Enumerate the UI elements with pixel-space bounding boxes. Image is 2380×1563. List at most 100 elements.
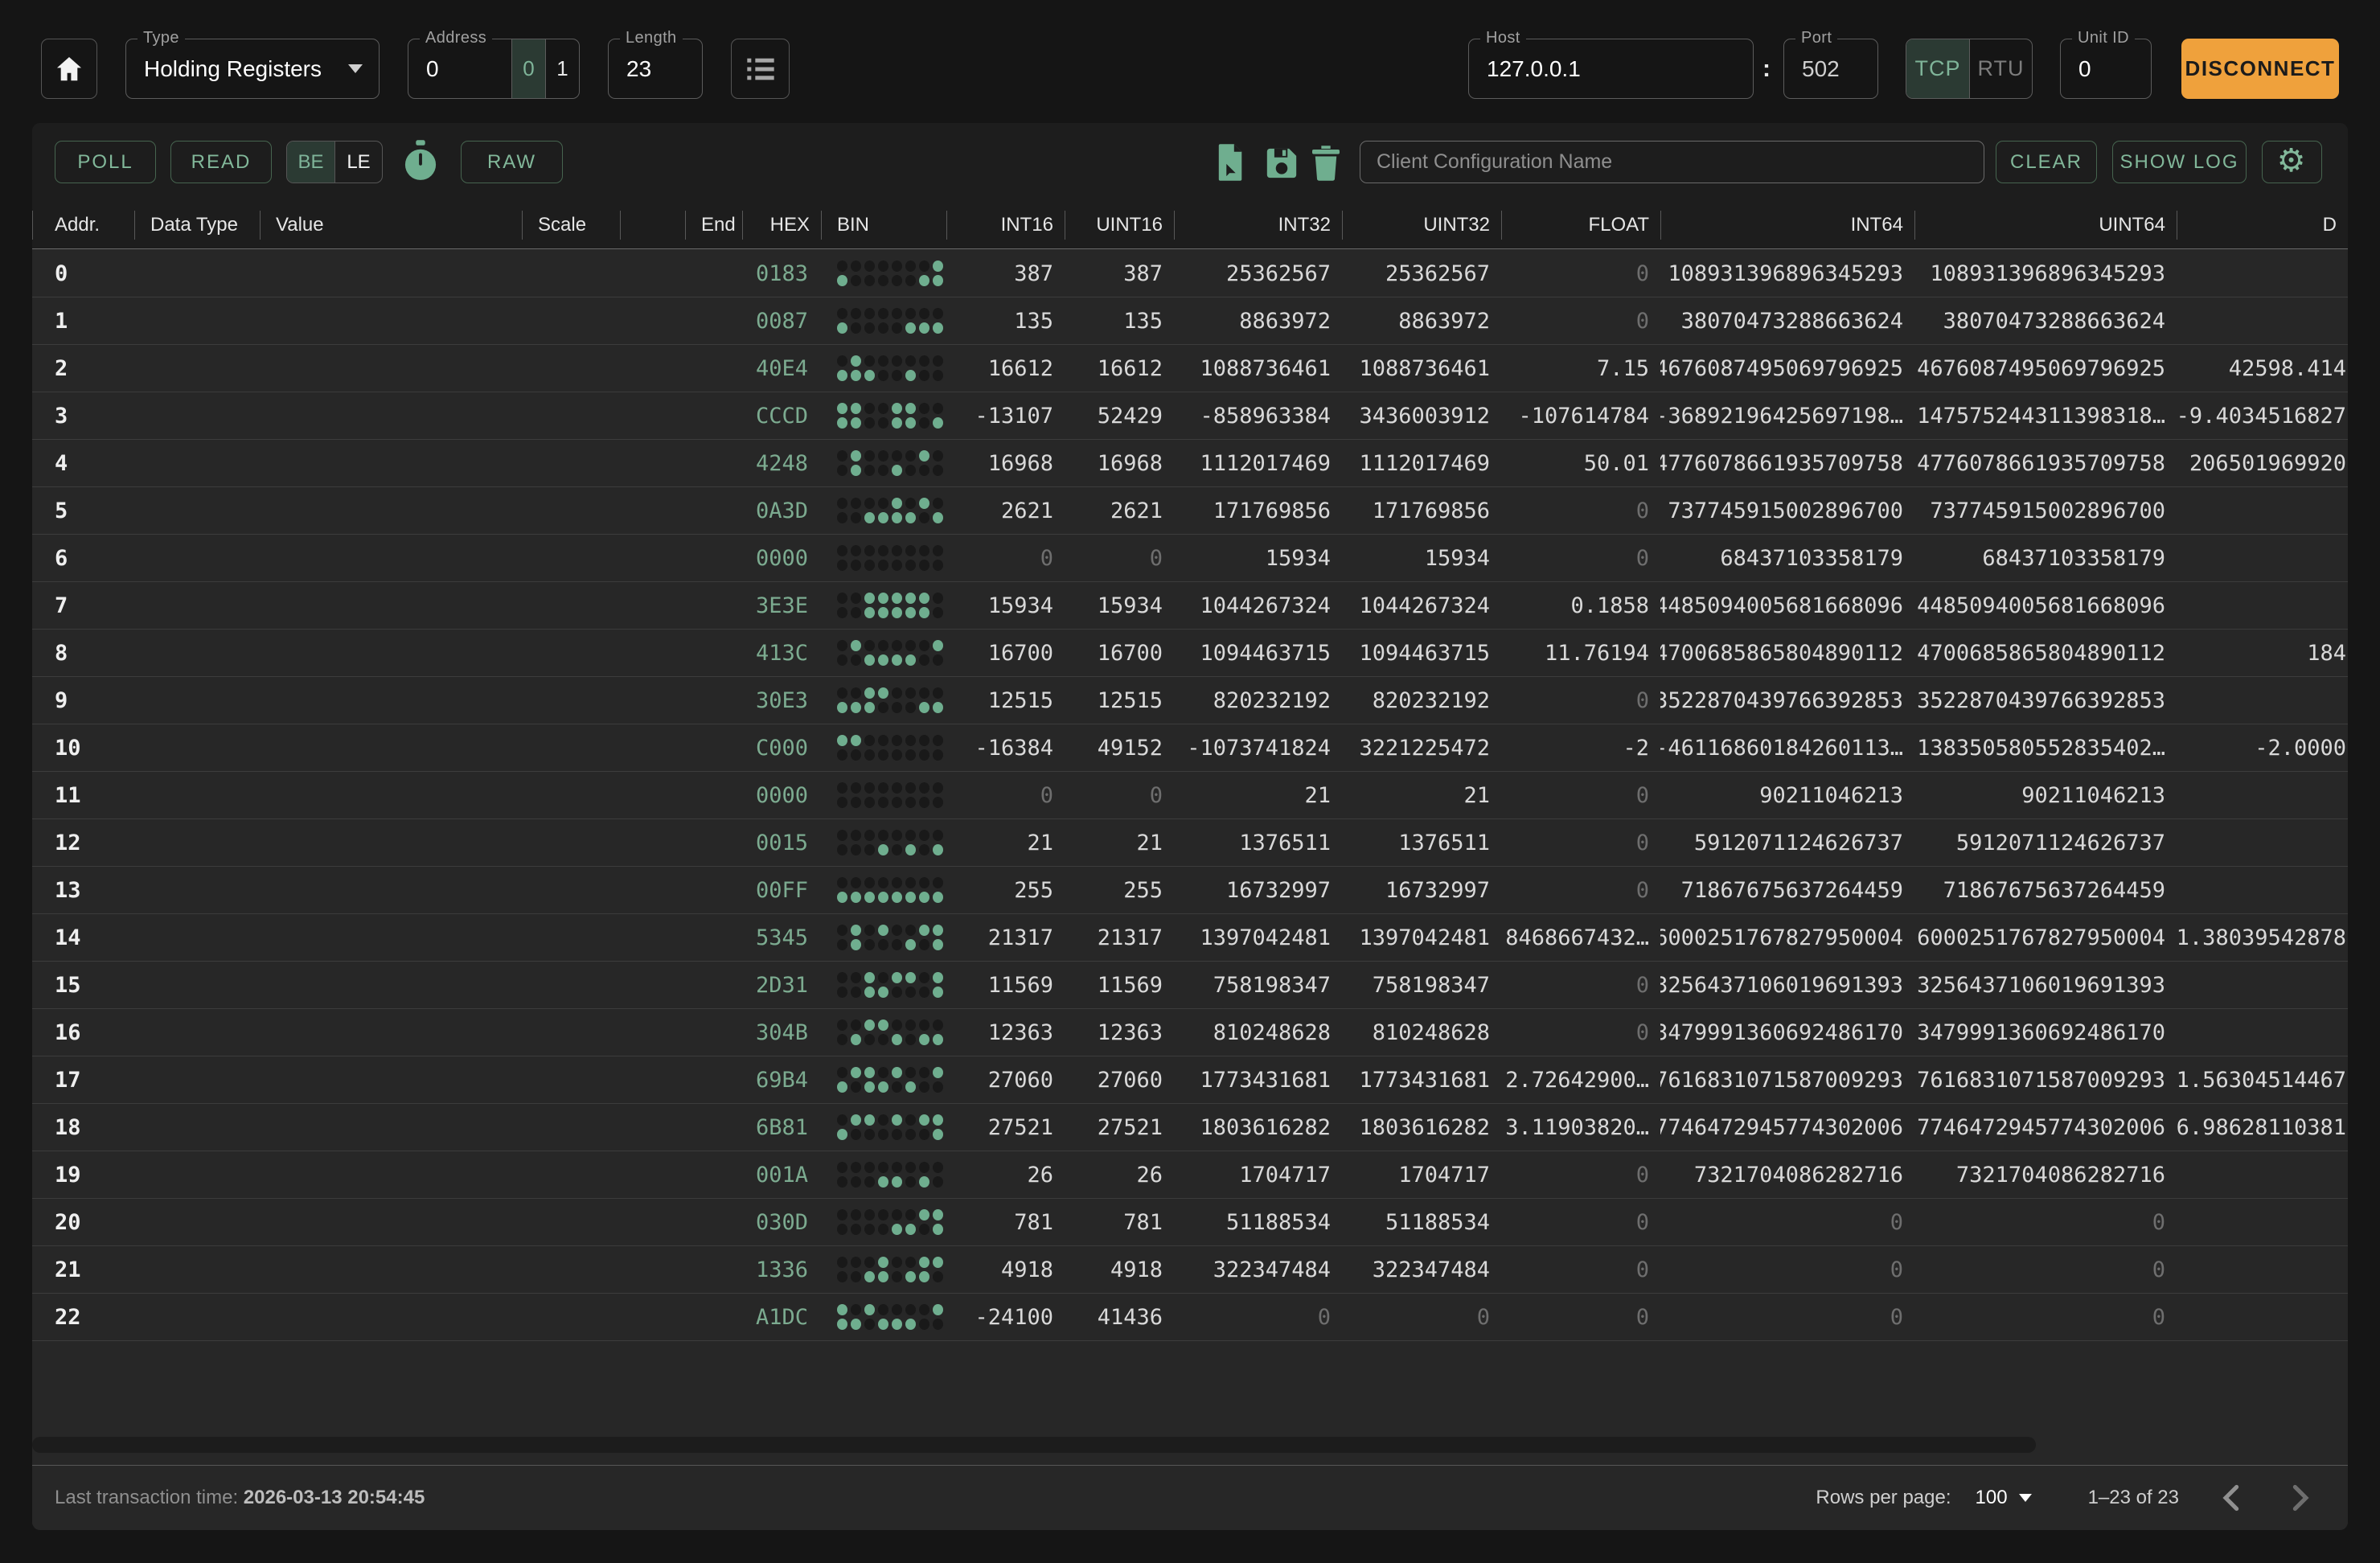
cell-scale[interactable] [522, 630, 620, 676]
column-header-scale[interactable]: Scale [522, 201, 620, 248]
cell-scale[interactable] [522, 914, 620, 961]
column-header-uint64[interactable]: UINT64 [1914, 201, 2177, 248]
cell-end[interactable] [685, 677, 742, 724]
cell-scale[interactable] [522, 1294, 620, 1340]
cell-scale[interactable] [522, 297, 620, 344]
cell-dtype[interactable] [134, 867, 260, 913]
raw-button[interactable]: RAW [461, 141, 563, 183]
column-header-bin[interactable]: BIN [821, 201, 946, 248]
cell-scale[interactable] [522, 819, 620, 866]
cell-scale[interactable] [522, 1104, 620, 1151]
cell-scale[interactable] [522, 1056, 620, 1103]
cell-value[interactable] [260, 772, 522, 818]
cell-scale[interactable] [522, 392, 620, 439]
cell-end[interactable] [685, 440, 742, 486]
address-base-0[interactable]: 0 [511, 39, 545, 98]
column-header-uint32[interactable]: UINT32 [1342, 201, 1501, 248]
cell-scale[interactable] [522, 1151, 620, 1198]
column-header-value[interactable]: Value [260, 201, 522, 248]
cell-value[interactable] [260, 582, 522, 629]
column-header-addr[interactable]: Addr. [32, 201, 134, 248]
port-field[interactable]: Port 502 [1783, 29, 1878, 99]
cell-end[interactable] [685, 1151, 742, 1198]
cell-end[interactable] [685, 297, 742, 344]
cell-end[interactable] [685, 772, 742, 818]
cell-scale[interactable] [522, 440, 620, 486]
cell-dtype[interactable] [134, 1151, 260, 1198]
cell-value[interactable] [260, 1294, 522, 1340]
cell-dtype[interactable] [134, 1199, 260, 1245]
cell-dtype[interactable] [134, 392, 260, 439]
cell-value[interactable] [260, 1151, 522, 1198]
cell-value[interactable] [260, 724, 522, 771]
cell-end[interactable] [685, 630, 742, 676]
cell-dtype[interactable] [134, 677, 260, 724]
config-name-input[interactable] [1360, 141, 1984, 183]
poll-timer-button[interactable] [404, 139, 437, 184]
cell-scale[interactable] [522, 487, 620, 534]
cell-end[interactable] [685, 724, 742, 771]
cell-scale[interactable] [522, 345, 620, 392]
cell-end[interactable] [685, 914, 742, 961]
cell-end[interactable] [685, 487, 742, 534]
cell-value[interactable] [260, 914, 522, 961]
cell-dtype[interactable] [134, 487, 260, 534]
cell-dtype[interactable] [134, 1246, 260, 1293]
cell-dtype[interactable] [134, 535, 260, 581]
cell-dtype[interactable] [134, 297, 260, 344]
cell-value[interactable] [260, 345, 522, 392]
type-select[interactable]: Type Holding Registers [125, 29, 380, 99]
cell-value[interactable] [260, 392, 522, 439]
endian-be[interactable]: BE [287, 142, 334, 183]
delete-config-button[interactable] [1312, 146, 1340, 181]
column-header-hex[interactable]: HEX [742, 201, 821, 248]
previous-page-button[interactable] [2211, 1479, 2250, 1517]
cell-scale[interactable] [522, 1199, 620, 1245]
cell-value[interactable] [260, 1009, 522, 1056]
cell-value[interactable] [260, 819, 522, 866]
cell-scale[interactable] [522, 677, 620, 724]
cell-end[interactable] [685, 867, 742, 913]
protocol-tcp[interactable]: TCP [1906, 39, 1969, 98]
address-base-1[interactable]: 1 [545, 39, 579, 98]
read-button[interactable]: READ [170, 141, 272, 183]
cell-scale[interactable] [522, 724, 620, 771]
cell-value[interactable] [260, 535, 522, 581]
cell-end[interactable] [685, 1009, 742, 1056]
cell-end[interactable] [685, 1294, 742, 1340]
cell-end[interactable] [685, 1056, 742, 1103]
load-config-button[interactable] [1216, 144, 1246, 181]
unit-id-field[interactable]: Unit ID 0 [2060, 29, 2152, 99]
cell-value[interactable] [260, 962, 522, 1008]
cell-scale[interactable] [522, 582, 620, 629]
cell-end[interactable] [685, 582, 742, 629]
cell-scale[interactable] [522, 962, 620, 1008]
column-header-int64[interactable]: INT64 [1660, 201, 1914, 248]
cell-dtype[interactable] [134, 345, 260, 392]
register-list-button[interactable] [731, 39, 790, 99]
cell-scale[interactable] [522, 535, 620, 581]
cell-dtype[interactable] [134, 914, 260, 961]
column-header-end[interactable]: End [685, 201, 742, 248]
home-button[interactable] [41, 39, 97, 99]
show-log-button[interactable]: SHOW LOG [2112, 141, 2247, 183]
cell-value[interactable] [260, 1246, 522, 1293]
cell-dtype[interactable] [134, 1056, 260, 1103]
cell-dtype[interactable] [134, 962, 260, 1008]
address-field[interactable]: Address 0 0 1 [408, 29, 580, 99]
poll-button[interactable]: POLL [55, 141, 156, 183]
length-field[interactable]: Length 23 [608, 29, 703, 99]
column-header-int16[interactable]: INT16 [946, 201, 1065, 248]
cell-value[interactable] [260, 677, 522, 724]
cell-dtype[interactable] [134, 1294, 260, 1340]
cell-dtype[interactable] [134, 630, 260, 676]
cell-value[interactable] [260, 1199, 522, 1245]
column-header-blank[interactable] [620, 201, 685, 248]
cell-dtype[interactable] [134, 819, 260, 866]
next-page-button[interactable] [2282, 1479, 2320, 1517]
cell-value[interactable] [260, 250, 522, 297]
cell-end[interactable] [685, 1199, 742, 1245]
cell-dtype[interactable] [134, 582, 260, 629]
cell-end[interactable] [685, 345, 742, 392]
clear-button[interactable]: CLEAR [1996, 141, 2097, 183]
